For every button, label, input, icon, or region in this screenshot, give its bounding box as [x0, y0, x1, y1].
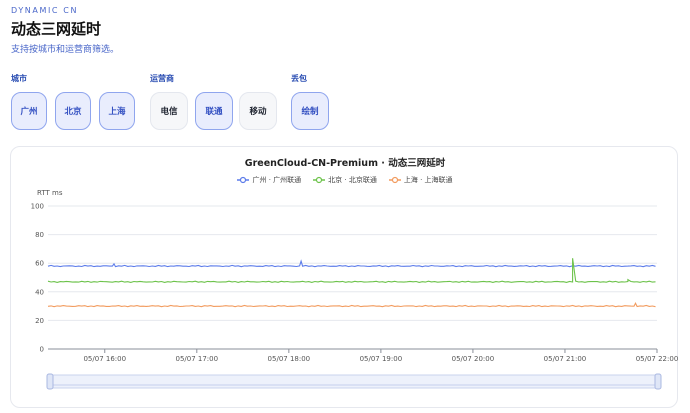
x-tick-label: 05/07 20:00	[452, 355, 495, 363]
y-tick-label: 0	[40, 346, 44, 354]
x-tick-label: 05/07 19:00	[360, 355, 403, 363]
x-tick-label: 05/07 22:00	[636, 355, 679, 363]
x-tick-label: 05/07 18:00	[268, 355, 311, 363]
x-tick-label: 05/07 21:00	[544, 355, 587, 363]
zoom-handle-left[interactable]	[46, 373, 54, 390]
x-tick-label: 05/07 16:00	[83, 355, 126, 363]
series-line-1	[47, 258, 656, 283]
y-tick-label: 80	[35, 231, 44, 239]
y-tick-label: 20	[35, 317, 44, 325]
y-tick-label: 40	[35, 288, 44, 296]
y-tick-label: 60	[35, 260, 44, 268]
y-tick-label: 100	[31, 203, 44, 211]
latency-line-chart: 0 20 40 60 80 100 05/07 16:00 05/07 17:00 05/07 …	[31, 203, 679, 390]
zoom-handle-right[interactable]	[654, 373, 662, 390]
x-tick-label: 05/07 17:00	[176, 355, 219, 363]
zoom-slider-track	[49, 374, 659, 389]
series-line-0	[47, 259, 656, 268]
series-line-2	[47, 301, 656, 308]
